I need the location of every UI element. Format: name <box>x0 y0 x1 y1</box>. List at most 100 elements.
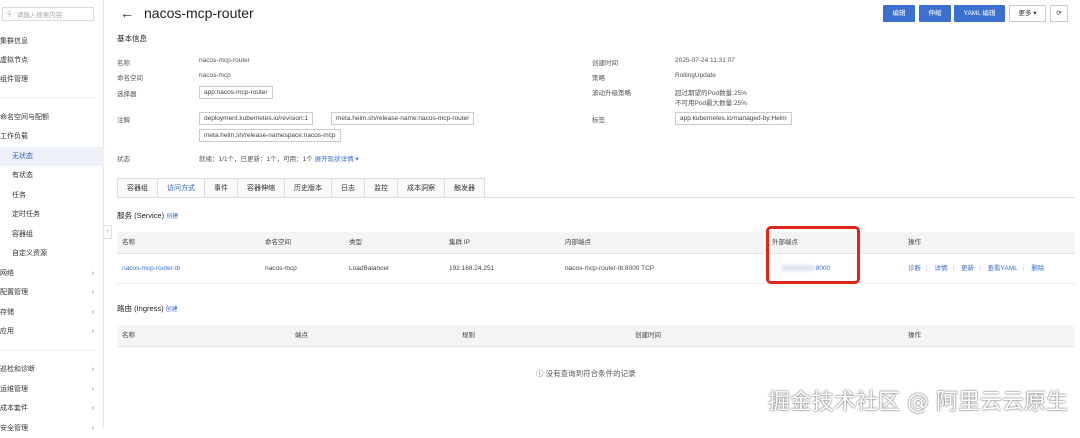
sidebar-item-pods[interactable]: 容器组 <box>0 225 104 244</box>
expand-status-link[interactable]: 展开现状详情 ▾ <box>315 156 359 163</box>
annotations-label: 注解 <box>117 117 130 124</box>
col-header: 命名空间 <box>265 239 291 246</box>
section-title: 服务 (Service) <box>117 211 165 220</box>
created-label: 创建时间 <box>592 60 618 67</box>
highlight-box <box>766 226 860 284</box>
tab-3[interactable]: 容器伸缩 <box>238 178 285 198</box>
chevron-right-icon: › <box>91 386 94 393</box>
selector-label: 选择器 <box>117 91 137 98</box>
sidebar-item-inspection[interactable]: 巡检和诊断 › <box>0 360 104 379</box>
namespace-value: nacos-mcp <box>199 72 231 79</box>
created-value: 2025-07-24 11:31:07 <box>675 57 735 64</box>
status-value: 就绪：1/1个，已更新：1个，可用：1个 展开现状详情 ▾ <box>199 153 359 163</box>
col-header: 集群 IP <box>449 239 470 246</box>
tab-6[interactable]: 监控 <box>365 178 398 198</box>
internal-endpoint-cell: nacos-mcp-router-lb:8000 TCP <box>565 265 655 272</box>
refresh-icon: ⟳ <box>1056 10 1062 17</box>
table-row: nacos-mcp-router-lb nacos-mcp LoadBalanc… <box>117 254 1075 284</box>
create-ingress-link[interactable]: 创建 <box>166 307 178 313</box>
name-label: 名称 <box>117 60 130 67</box>
col-header: 端点 <box>295 332 308 339</box>
col-header: 操作 <box>908 332 921 339</box>
sidebar-item-apps[interactable]: 应用 › <box>0 322 104 341</box>
rolling-unavailable: 不可用Pod最大数量:25% <box>675 100 747 107</box>
status-label: 状态 <box>117 156 130 163</box>
label: 成本套件 <box>0 405 28 412</box>
tab-2[interactable]: 事件 <box>205 178 238 198</box>
sidebar-item-crd[interactable]: 自定义资源 <box>0 244 104 263</box>
service-name-link[interactable]: nacos-mcp-router-lb <box>122 254 180 284</box>
sidebar-item-cronjobs[interactable]: 定时任务 <box>0 205 104 224</box>
actions-cell: 诊断 | 详情 | 更新 | 查看YAML | 删除 <box>908 265 1045 272</box>
chevron-right-icon: › <box>91 405 94 412</box>
strategy-label: 策略 <box>592 75 605 82</box>
sidebar-item-storage[interactable]: 存储 › <box>0 303 104 322</box>
sidebar-item-components[interactable]: 组件管理 <box>0 70 104 89</box>
col-header: 创建时间 <box>635 332 661 339</box>
diagnose-link[interactable]: 诊断 <box>908 265 921 272</box>
tab-1[interactable]: 访问方式 <box>158 178 205 198</box>
view-yaml-link[interactable]: 查看YAML <box>988 265 1018 272</box>
details-link[interactable]: 详情 <box>935 265 948 272</box>
empty-text: 没有查询到符合条件的记录 <box>545 369 636 378</box>
sidebar-item-cost[interactable]: 成本套件 › <box>0 399 104 418</box>
namespace-label: 命名空间 <box>117 75 143 82</box>
yaml-edit-button[interactable]: YAML 编辑 <box>954 5 1005 22</box>
tab-8[interactable]: 触发器 <box>445 178 485 198</box>
label: 存储 <box>0 309 14 316</box>
label-tag: app.kubernetes.io/managed-by:Helm <box>675 112 792 125</box>
label: 运维管理 <box>0 386 28 393</box>
rolling-label: 滚动升级策略 <box>592 90 631 97</box>
tab-0[interactable]: 容器组 <box>117 178 158 198</box>
sidebar-item-cluster-info[interactable]: 集群信息 <box>0 32 104 51</box>
tab-bar: 容器组 访问方式 事件 容器伸缩 历史版本 日志 监控 成本洞察 触发器 <box>117 178 485 198</box>
search-input[interactable]: ⚲ 请输入搜索内容 <box>2 7 94 21</box>
sidebar-item-virtual-node[interactable]: 虚拟节点 <box>0 51 104 70</box>
col-header: 操作 <box>908 239 921 246</box>
annotation-tag: deployment.kubernetes.io/revision:1 <box>199 112 314 125</box>
cluster-ip-cell: 192.168.24.251 <box>449 265 495 272</box>
back-arrow-icon[interactable]: ← <box>120 5 134 21</box>
tab-5[interactable]: 日志 <box>332 178 365 198</box>
sidebar-item-workloads[interactable]: 工作负载 <box>0 127 104 146</box>
sidebar-item-network[interactable]: 网络 › <box>0 264 104 283</box>
col-header: 内部端点 <box>565 239 591 246</box>
sidebar-item-namespace[interactable]: 命名空间与配额 <box>0 108 104 127</box>
name-value: nacos-mcp-router <box>199 57 250 64</box>
refresh-button[interactable]: ⟳ <box>1050 5 1068 22</box>
section-title: 路由 (Ingress) <box>117 304 164 313</box>
more-dropdown[interactable]: 更多 ▾ <box>1009 5 1046 22</box>
label: 配置管理 <box>0 289 28 296</box>
label: 安全管理 <box>0 425 28 432</box>
service-table-header: 名称 命名空间 类型 集群 IP 内部端点 外部端点 操作 <box>117 232 1075 254</box>
status-text: 就绪：1/1个，已更新：1个，可用：1个 <box>199 156 313 163</box>
tab-7[interactable]: 成本洞察 <box>398 178 445 198</box>
sidebar-item-jobs[interactable]: 任务 <box>0 186 104 205</box>
watermark: 掘金技术社区 @ 阿里云云原生 <box>768 390 1068 415</box>
page-header: ← nacos-mcp-router <box>120 5 254 21</box>
divider <box>0 350 96 351</box>
label: 应用 <box>0 328 14 335</box>
namespace-cell: nacos-mcp <box>265 265 297 272</box>
more-label: 更多 <box>1018 10 1032 17</box>
chevron-right-icon: › <box>91 289 94 296</box>
col-header: 规则 <box>462 332 475 339</box>
tab-4[interactable]: 历史版本 <box>285 178 332 198</box>
collapse-sidebar-button[interactable]: ‹ <box>104 225 112 239</box>
col-header: 类型 <box>349 239 362 246</box>
type-cell: LoadBalancer <box>349 265 390 272</box>
sidebar-item-deployments[interactable]: 无状态 <box>0 147 104 166</box>
section-title-basic: 基本信息 <box>117 34 147 43</box>
annotation-tag: meta.helm.sh/release-namespace:nacos-mcp <box>199 129 341 142</box>
delete-link[interactable]: 删除 <box>1031 265 1044 272</box>
sidebar-item-ops[interactable]: 运维管理 › <box>0 380 104 399</box>
scale-button[interactable]: 伸缩 <box>919 5 951 22</box>
edit-button[interactable]: 编辑 <box>883 5 915 22</box>
sidebar-item-security[interactable]: 安全管理 › <box>0 419 104 438</box>
col-header: 名称 <box>122 332 135 339</box>
sidebar-item-config[interactable]: 配置管理 › <box>0 283 104 302</box>
sidebar-item-statefulsets[interactable]: 有状态 <box>0 166 104 185</box>
col-header: 名称 <box>122 239 135 246</box>
create-service-link[interactable]: 创建 <box>166 214 178 220</box>
update-link[interactable]: 更新 <box>961 265 974 272</box>
